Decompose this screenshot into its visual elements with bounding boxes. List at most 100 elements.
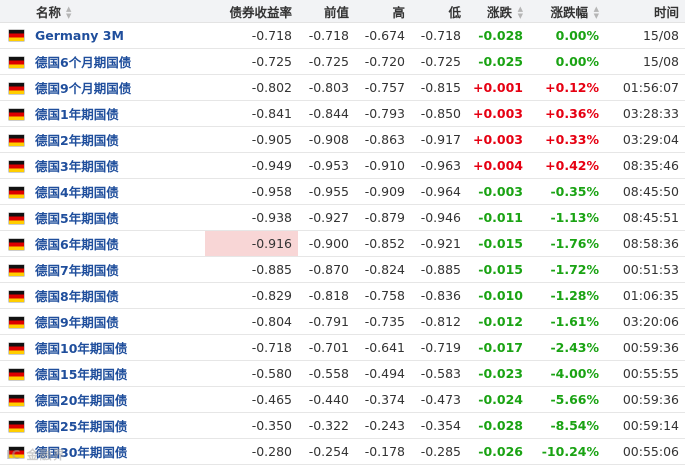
bond-name-link[interactable]: 德国25年期国债 <box>35 419 127 434</box>
high-cell: -0.910 <box>355 152 411 179</box>
yield-cell: -0.885 <box>205 256 298 283</box>
prev-cell: -0.955 <box>298 178 355 205</box>
low-cell: -0.719 <box>411 334 467 361</box>
bond-name-link[interactable]: 德国15年期国债 <box>35 367 127 382</box>
change-pct-cell: 0.00% <box>529 22 605 49</box>
germany-flag-icon <box>9 265 24 276</box>
table-row[interactable]: 德国4年期国债 -0.958 -0.955 -0.909 -0.964 -0.0… <box>0 178 685 205</box>
column-header-low[interactable]: 低 <box>411 0 467 23</box>
table-row[interactable]: 德国2年期国债 -0.905 -0.908 -0.863 -0.917 +0.0… <box>0 126 685 153</box>
table-row[interactable]: 德国5年期国债 -0.938 -0.927 -0.879 -0.946 -0.0… <box>0 204 685 231</box>
column-header-high[interactable]: 高 <box>355 0 411 23</box>
change-pct-cell: -8.54% <box>529 412 605 439</box>
bond-name-link[interactable]: 德国5年期国债 <box>35 211 119 226</box>
change-cell: -0.015 <box>467 230 529 257</box>
time-cell: 00:55:06 <box>605 438 685 465</box>
low-cell: -0.725 <box>411 48 467 75</box>
column-header-prev[interactable]: 前值 <box>298 0 355 23</box>
change-pct-cell: -10.24% <box>529 438 605 465</box>
table-row[interactable]: 德国6个月期国债 -0.725 -0.725 -0.720 -0.725 -0.… <box>0 48 685 75</box>
column-header-yield[interactable]: 债券收益率 <box>205 0 298 23</box>
bond-name-cell: 德国6个月期国债 <box>0 48 205 75</box>
table-row[interactable]: 德国25年期国债 -0.350 -0.322 -0.243 -0.354 -0.… <box>0 412 685 439</box>
high-cell: -0.757 <box>355 74 411 101</box>
yield-cell: -0.905 <box>205 126 298 153</box>
time-cell: 08:45:50 <box>605 178 685 205</box>
germany-flag-icon <box>9 213 24 224</box>
sort-icon[interactable]: ▲ ▼ <box>517 6 523 20</box>
change-pct-cell: +0.12% <box>529 74 605 101</box>
high-cell: -0.720 <box>355 48 411 75</box>
bond-name-cell: Germany 3M <box>0 22 205 49</box>
table-row[interactable]: Germany 3M -0.718 -0.718 -0.674 -0.718 -… <box>0 22 685 49</box>
bond-name-cell: 德国7年期国债 <box>0 256 205 283</box>
high-cell: -0.243 <box>355 412 411 439</box>
change-cell: -0.012 <box>467 308 529 335</box>
bond-name-link[interactable]: 德国7年期国债 <box>35 263 119 278</box>
high-cell: -0.674 <box>355 22 411 49</box>
bond-name-link[interactable]: 德国9年期国债 <box>35 315 119 330</box>
germany-flag-icon <box>9 291 24 302</box>
bond-name-cell: 德国15年期国债 <box>0 360 205 387</box>
table-row[interactable]: 德国6年期国债 -0.916 -0.900 -0.852 -0.921 -0.0… <box>0 230 685 257</box>
germany-flag-icon <box>9 135 24 146</box>
change-cell: -0.023 <box>467 360 529 387</box>
time-cell: 08:58:36 <box>605 230 685 257</box>
change-cell: -0.003 <box>467 178 529 205</box>
time-cell: 00:59:36 <box>605 334 685 361</box>
table-row[interactable]: 德国9个月期国债 -0.802 -0.803 -0.757 -0.815 +0.… <box>0 74 685 101</box>
low-cell: -0.963 <box>411 152 467 179</box>
germany-flag-icon <box>9 109 24 120</box>
change-cell: -0.028 <box>467 22 529 49</box>
table-row[interactable]: 德国9年期国债 -0.804 -0.791 -0.735 -0.812 -0.0… <box>0 308 685 335</box>
table-row[interactable]: 德国15年期国债 -0.580 -0.558 -0.494 -0.583 -0.… <box>0 360 685 387</box>
prev-cell: -0.558 <box>298 360 355 387</box>
bond-name-link[interactable]: 德国1年期国债 <box>35 107 119 122</box>
bond-name-link[interactable]: 德国6个月期国债 <box>35 55 131 70</box>
bond-name-link[interactable]: 德国20年期国债 <box>35 393 127 408</box>
change-cell: -0.015 <box>467 256 529 283</box>
high-cell: -0.824 <box>355 256 411 283</box>
table-row[interactable]: 德国3年期国债 -0.949 -0.953 -0.910 -0.963 +0.0… <box>0 152 685 179</box>
germany-flag-icon <box>9 343 24 354</box>
table-row[interactable]: 德国10年期国债 -0.718 -0.701 -0.641 -0.719 -0.… <box>0 334 685 361</box>
table-row[interactable]: 德国20年期国债 -0.465 -0.440 -0.374 -0.473 -0.… <box>0 386 685 413</box>
germany-flag-icon <box>9 83 24 94</box>
bond-name-cell: 德国1年期国债 <box>0 100 205 127</box>
bond-name-link[interactable]: 德国10年期国债 <box>35 341 127 356</box>
bond-name-link[interactable]: 德国6年期国债 <box>35 237 119 252</box>
prev-cell: -0.953 <box>298 152 355 179</box>
table-row[interactable]: 德国30年期国债 -0.280 -0.254 -0.178 -0.285 -0.… <box>0 438 685 465</box>
column-header-time[interactable]: 时间 <box>605 0 685 23</box>
low-cell: -0.718 <box>411 22 467 49</box>
time-cell: 15/08 <box>605 48 685 75</box>
bond-name-link[interactable]: 德国2年期国债 <box>35 133 119 148</box>
low-cell: -0.921 <box>411 230 467 257</box>
table-row[interactable]: 德国7年期国债 -0.885 -0.870 -0.824 -0.885 -0.0… <box>0 256 685 283</box>
change-pct-cell: +0.42% <box>529 152 605 179</box>
time-cell: 03:28:33 <box>605 100 685 127</box>
bond-name-link[interactable]: 德国8年期国债 <box>35 289 119 304</box>
sort-icon[interactable]: ▲ ▼ <box>593 6 599 20</box>
high-cell: -0.178 <box>355 438 411 465</box>
change-cell: -0.011 <box>467 204 529 231</box>
bond-name-link[interactable]: Germany 3M <box>35 28 124 43</box>
bond-name-cell: 德国4年期国债 <box>0 178 205 205</box>
time-cell: 15/08 <box>605 22 685 49</box>
table-row[interactable]: 德国1年期国债 -0.841 -0.844 -0.793 -0.850 +0.0… <box>0 100 685 127</box>
sort-icon[interactable]: ▲ ▼ <box>66 6 72 20</box>
column-header-change[interactable]: 涨跌 ▲ ▼ <box>467 0 529 23</box>
column-header-name[interactable]: 名称 ▲ ▼ <box>0 0 205 23</box>
bond-name-link[interactable]: 德国4年期国债 <box>35 185 119 200</box>
table-row[interactable]: 德国8年期国债 -0.829 -0.818 -0.758 -0.836 -0.0… <box>0 282 685 309</box>
change-pct-cell: -4.00% <box>529 360 605 387</box>
low-cell: -0.354 <box>411 412 467 439</box>
bond-name-link[interactable]: 德国3年期国债 <box>35 159 119 174</box>
bond-name-link[interactable]: 德国9个月期国债 <box>35 81 131 96</box>
low-cell: -0.815 <box>411 74 467 101</box>
bond-name-cell: 德国2年期国债 <box>0 126 205 153</box>
germany-flag-icon <box>9 161 24 172</box>
prev-cell: -0.803 <box>298 74 355 101</box>
column-header-change-pct[interactable]: 涨跌幅 ▲ ▼ <box>529 0 605 23</box>
table-header: 名称 ▲ ▼ 债券收益率 前值 高 低 涨跌 ▲ ▼ 涨跌幅 ▲ ▼ 时间 <box>0 0 685 23</box>
